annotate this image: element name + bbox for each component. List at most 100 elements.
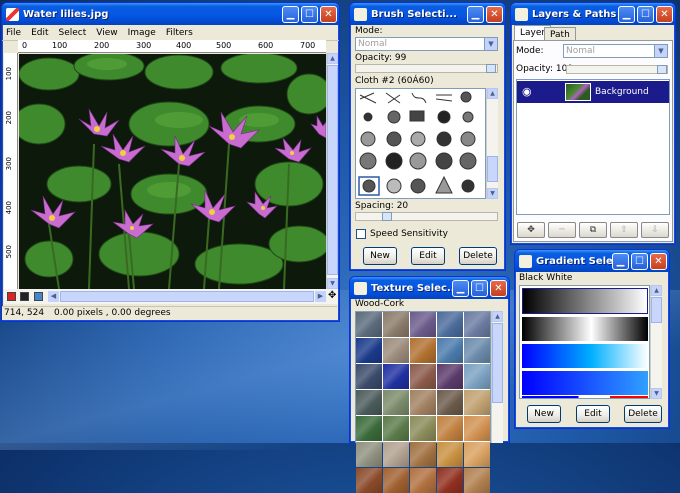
texture-swatch[interactable] <box>437 390 463 415</box>
gradient-new-button[interactable]: New <box>527 405 561 423</box>
scroll-up-arrow[interactable]: ▲ <box>487 88 498 99</box>
texture-swatch[interactable] <box>356 364 382 389</box>
maximize-button[interactable]: ☐ <box>301 5 318 23</box>
texture-swatch[interactable] <box>383 442 409 467</box>
brush-grid-scrollbar[interactable]: ▲ ▼ <box>486 88 498 199</box>
texture-swatch[interactable] <box>437 468 463 493</box>
scroll-thumb[interactable] <box>327 65 338 275</box>
gradient-delete-button[interactable]: Delete <box>624 405 662 423</box>
scroll-right-arrow[interactable]: ▶ <box>315 291 326 302</box>
texture-swatch[interactable] <box>410 338 436 363</box>
texture-grid[interactable] <box>355 311 491 493</box>
quickmask-black-icon[interactable] <box>20 292 29 301</box>
menu-file[interactable]: File <box>6 28 21 38</box>
brush-opacity-slider[interactable] <box>355 64 498 73</box>
gradient-swatch[interactable] <box>522 344 648 368</box>
texture-swatch[interactable] <box>383 390 409 415</box>
scroll-down-arrow[interactable]: ▼ <box>651 388 662 399</box>
layers-titlebar[interactable]: Layers & Paths ▁ ☐ ✕ <box>511 3 675 25</box>
brush-minimize-button[interactable]: ▁ <box>467 5 484 23</box>
gradient-maximize-button[interactable]: ☐ <box>631 252 648 270</box>
duplicate-layer-icon[interactable]: ⧉ <box>579 222 607 238</box>
brush-grid[interactable] <box>355 88 486 199</box>
new-layer-icon[interactable]: ✥ <box>517 222 545 238</box>
brush-new-button[interactable]: New <box>363 247 397 265</box>
gradient-titlebar[interactable]: Gradient Sele... ▁ ☐ ✕ <box>515 250 669 272</box>
gradient-swatch[interactable] <box>522 317 648 341</box>
scroll-thumb[interactable] <box>487 156 498 182</box>
texture-swatch[interactable] <box>410 442 436 467</box>
close-button[interactable]: ✕ <box>320 5 337 23</box>
speed-sensitivity-checkbox[interactable] <box>356 229 366 239</box>
texture-swatch[interactable] <box>383 338 409 363</box>
gradient-list-scrollbar[interactable]: ▲ ▼ <box>650 285 662 399</box>
texture-swatch[interactable] <box>356 338 382 363</box>
texture-minimize-button[interactable]: ▁ <box>452 279 469 297</box>
texture-swatch[interactable] <box>356 312 382 337</box>
minimize-button[interactable]: ▁ <box>282 5 299 23</box>
layers-opacity-thumb[interactable] <box>657 65 667 74</box>
texture-close-button[interactable]: ✕ <box>490 279 507 297</box>
texture-titlebar[interactable]: Texture Selec... ▁ ☐ ✕ <box>350 277 509 299</box>
navigate-icon[interactable] <box>34 292 43 301</box>
horizontal-scroll-thumb[interactable] <box>60 291 314 302</box>
gradient-edit-button[interactable]: Edit <box>576 405 610 423</box>
texture-swatch[interactable] <box>383 364 409 389</box>
layers-maximize-button[interactable]: ☐ <box>637 5 654 23</box>
gradient-minimize-button[interactable]: ▁ <box>612 252 629 270</box>
texture-swatch[interactable] <box>437 442 463 467</box>
texture-swatch[interactable] <box>437 364 463 389</box>
gradient-swatch-black-white[interactable] <box>522 288 648 314</box>
menu-view[interactable]: View <box>96 28 117 38</box>
gradient-close-button[interactable]: ✕ <box>650 252 667 270</box>
scroll-up-arrow[interactable]: ▲ <box>492 311 503 322</box>
menu-image[interactable]: Image <box>128 28 156 38</box>
texture-swatch[interactable] <box>356 468 382 493</box>
texture-swatch[interactable] <box>464 390 490 415</box>
texture-swatch[interactable] <box>356 390 382 415</box>
layers-close-button[interactable]: ✕ <box>656 5 673 23</box>
texture-grid-scrollbar[interactable]: ▲ <box>491 311 503 443</box>
quickmask-red-icon[interactable] <box>7 292 16 301</box>
eye-icon[interactable]: ◉ <box>522 85 532 98</box>
texture-swatch[interactable] <box>410 312 436 337</box>
texture-swatch[interactable] <box>356 442 382 467</box>
brush-spacing-slider[interactable] <box>355 212 498 221</box>
texture-swatch[interactable] <box>356 416 382 441</box>
texture-swatch[interactable] <box>410 468 436 493</box>
brush-titlebar[interactable]: Brush Selecti... ▁ ✕ <box>350 3 505 25</box>
scroll-down-arrow[interactable]: ▼ <box>327 278 338 289</box>
texture-swatch[interactable] <box>383 416 409 441</box>
layer-row-background[interactable]: ◉ Background <box>517 81 669 103</box>
layers-minimize-button[interactable]: ▁ <box>618 5 635 23</box>
scroll-thumb[interactable] <box>651 297 662 323</box>
menu-select[interactable]: Select <box>59 28 87 38</box>
texture-swatch[interactable] <box>437 312 463 337</box>
scroll-left-arrow[interactable]: ◀ <box>48 291 59 302</box>
texture-swatch[interactable] <box>383 468 409 493</box>
delete-layer-icon[interactable]: ─ <box>548 222 576 238</box>
texture-swatch[interactable] <box>464 468 490 493</box>
lower-layer-icon[interactable]: ⇩ <box>641 222 669 238</box>
texture-swatch[interactable] <box>437 338 463 363</box>
texture-maximize-button[interactable]: ☐ <box>471 279 488 297</box>
texture-swatch[interactable] <box>464 312 490 337</box>
layers-opacity-slider[interactable] <box>566 65 668 74</box>
brush-mode-select[interactable]: Nomal ▼ <box>355 37 498 51</box>
brush-delete-button[interactable]: Delete <box>459 247 497 265</box>
image-vertical-scrollbar[interactable]: ▲ ▼ <box>326 53 338 289</box>
texture-swatch[interactable] <box>410 416 436 441</box>
texture-swatch[interactable] <box>464 364 490 389</box>
gradient-swatch[interactable] <box>522 371 648 395</box>
brush-close-button[interactable]: ✕ <box>486 5 503 23</box>
raise-layer-icon[interactable]: ⇧ <box>610 222 638 238</box>
move-icon[interactable]: ✥ <box>328 290 336 301</box>
layers-mode-select[interactable]: Nomal ▼ <box>563 44 668 58</box>
texture-swatch[interactable] <box>383 312 409 337</box>
scroll-up-arrow[interactable]: ▲ <box>327 53 338 64</box>
scroll-down-arrow[interactable]: ▼ <box>487 188 498 199</box>
brush-edit-button[interactable]: Edit <box>411 247 445 265</box>
gradient-list[interactable] <box>519 285 650 399</box>
texture-swatch[interactable] <box>410 390 436 415</box>
brush-opacity-thumb[interactable] <box>485 64 496 73</box>
